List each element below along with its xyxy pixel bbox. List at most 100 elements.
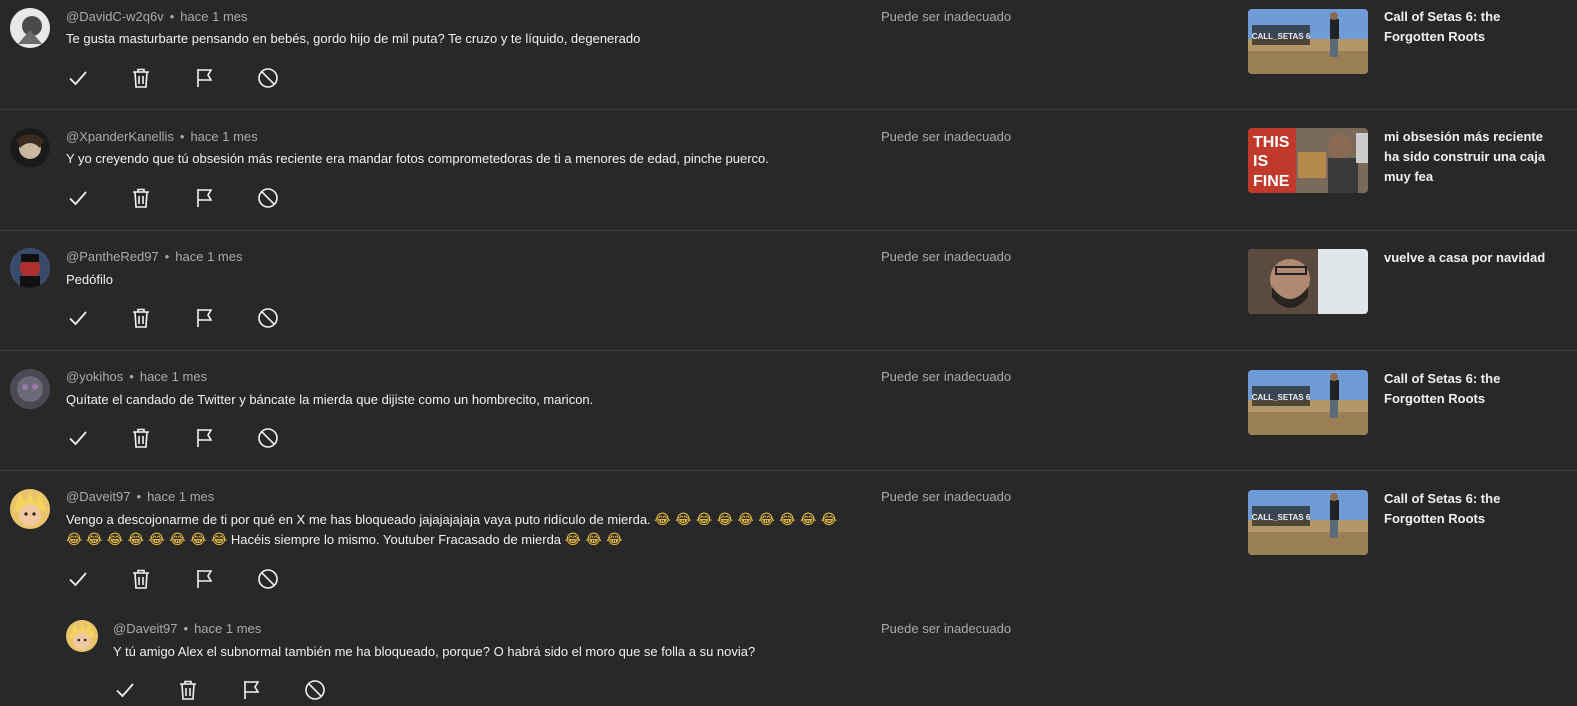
avatar[interactable]: [10, 369, 50, 409]
block-icon: [258, 188, 278, 208]
video-thumbnail[interactable]: CALL_SETAS 6: [1248, 9, 1368, 74]
comment-actions: [64, 64, 304, 92]
avatar[interactable]: [10, 128, 50, 168]
video-thumbnail[interactable]: THIS IS FINE: [1248, 128, 1368, 193]
video-title[interactable]: Call of Setas 6: the Forgotten Roots: [1384, 489, 1559, 529]
comment-time[interactable]: hace 1 mes: [190, 129, 257, 144]
status-label: Puede ser inadecuado: [881, 249, 1012, 264]
report-button[interactable]: [191, 64, 219, 92]
comment-time[interactable]: hace 1 mes: [147, 489, 214, 504]
delete-button[interactable]: [127, 565, 155, 593]
status-label: Puede ser inadecuado: [881, 489, 1012, 504]
video-title[interactable]: mi obsesión más reciente ha sido constru…: [1384, 127, 1559, 187]
video-thumbnail[interactable]: [1248, 249, 1368, 314]
svg-text:FINE: FINE: [1253, 173, 1290, 190]
comment-text: Te gusta masturbarte pensando en bebés, …: [66, 31, 641, 46]
svg-text:THIS: THIS: [1253, 134, 1290, 151]
video-title[interactable]: Call of Setas 6: the Forgotten Roots: [1384, 7, 1559, 47]
block-icon: [258, 569, 278, 589]
delete-button[interactable]: [127, 424, 155, 452]
trash-icon: [133, 188, 149, 208]
comment-row: @Daveit97 • hace 1 mes Vengo a descojonarm…: [0, 471, 1577, 611]
check-icon: [69, 71, 87, 86]
approve-button[interactable]: [64, 424, 92, 452]
block-user-button[interactable]: [254, 184, 282, 212]
block-user-button[interactable]: [254, 565, 282, 593]
delete-button[interactable]: [174, 676, 202, 704]
report-button[interactable]: [191, 565, 219, 593]
comment-text: Vengo a descojonarme de ti por qué en X …: [66, 512, 838, 548]
svg-text:CALL_SETAS 6: CALL_SETAS 6: [1252, 513, 1311, 522]
comment-text: Y yo creyendo que tú obsesión más recien…: [66, 151, 769, 166]
report-button[interactable]: [191, 424, 219, 452]
trash-icon: [133, 308, 149, 328]
comment-time[interactable]: hace 1 mes: [175, 249, 242, 264]
reply-row: @Daveit97 • hace 1 mes Y tú amigo Alex el …: [0, 611, 1577, 706]
comment-time[interactable]: hace 1 mes: [140, 369, 207, 384]
comment-actions: [111, 676, 351, 704]
comment-row: @XpanderKanellis • hace 1 mes Y yo creyend…: [0, 110, 1577, 231]
comment-actions: [64, 565, 304, 593]
comment-row: @DavidC-w2q6v • hace 1 mes Te gusta mastur…: [0, 0, 1577, 110]
check-icon: [69, 311, 87, 326]
comment-actions: [64, 304, 304, 332]
avatar[interactable]: [10, 248, 50, 288]
video-thumbnail[interactable]: CALL_SETAS 6: [1248, 490, 1368, 555]
flag-icon: [197, 69, 213, 87]
author-name[interactable]: @PantheRed97: [66, 249, 159, 264]
block-user-button[interactable]: [254, 424, 282, 452]
comment-text: Y tú amigo Alex el subnormal también me …: [113, 644, 756, 659]
check-icon: [69, 572, 87, 587]
block-icon: [305, 680, 325, 700]
status-label: Puede ser inadecuado: [881, 621, 1012, 636]
author-name[interactable]: @Daveit97: [66, 489, 131, 504]
approve-button[interactable]: [111, 676, 139, 704]
report-button[interactable]: [191, 304, 219, 332]
flag-icon: [197, 570, 213, 588]
block-user-button[interactable]: [254, 304, 282, 332]
video-thumbnail[interactable]: CALL_SETAS 6: [1248, 370, 1368, 435]
comment-text: Quítate el candado de Twitter y báncate …: [66, 392, 594, 407]
delete-button[interactable]: [127, 304, 155, 332]
approve-button[interactable]: [64, 565, 92, 593]
flag-icon: [244, 681, 260, 699]
delete-button[interactable]: [127, 184, 155, 212]
trash-icon: [180, 680, 196, 700]
approve-button[interactable]: [64, 64, 92, 92]
report-button[interactable]: [238, 676, 266, 704]
trash-icon: [133, 68, 149, 88]
laughing-emoji-run: 😂 😂 😂 😂 😂 😂 😂: [85, 532, 228, 548]
laughing-emoji-run: 😂 😂 😂: [564, 532, 623, 548]
block-user-button[interactable]: [254, 64, 282, 92]
check-icon: [116, 683, 134, 698]
comment-time[interactable]: hace 1 mes: [180, 9, 247, 24]
comment-meta: @yokihos • hace 1 mes: [66, 369, 208, 384]
author-name[interactable]: @Daveit97: [113, 621, 178, 636]
approve-button[interactable]: [64, 184, 92, 212]
block-user-button[interactable]: [301, 676, 329, 704]
comment-meta: @PantheRed97 • hace 1 mes: [66, 249, 243, 264]
check-icon: [69, 191, 87, 206]
check-icon: [69, 431, 87, 446]
comment-row: @PantheRed97 • hace 1 mes Pedófilo Puede s…: [0, 231, 1577, 351]
comment-meta: @XpanderKanellis • hace 1 mes: [66, 129, 258, 144]
avatar[interactable]: [10, 489, 50, 529]
author-name[interactable]: @DavidC-w2q6v: [66, 9, 164, 24]
approve-button[interactable]: [64, 304, 92, 332]
author-name[interactable]: @XpanderKanellis: [66, 129, 174, 144]
flag-icon: [197, 309, 213, 327]
comment-time[interactable]: hace 1 mes: [194, 621, 261, 636]
avatar[interactable]: [66, 620, 98, 652]
delete-button[interactable]: [127, 64, 155, 92]
report-button[interactable]: [191, 184, 219, 212]
comment-meta: @Daveit97 • hace 1 mes: [66, 489, 215, 504]
status-label: Puede ser inadecuado: [881, 9, 1012, 24]
avatar[interactable]: [10, 8, 50, 48]
flag-icon: [197, 189, 213, 207]
author-name[interactable]: @yokihos: [66, 369, 123, 384]
comment-meta: @DavidC-w2q6v • hace 1 mes: [66, 9, 248, 24]
block-icon: [258, 308, 278, 328]
video-title[interactable]: Call of Setas 6: the Forgotten Roots: [1384, 369, 1559, 409]
block-icon: [258, 68, 278, 88]
video-title[interactable]: vuelve a casa por navidad: [1384, 248, 1559, 268]
